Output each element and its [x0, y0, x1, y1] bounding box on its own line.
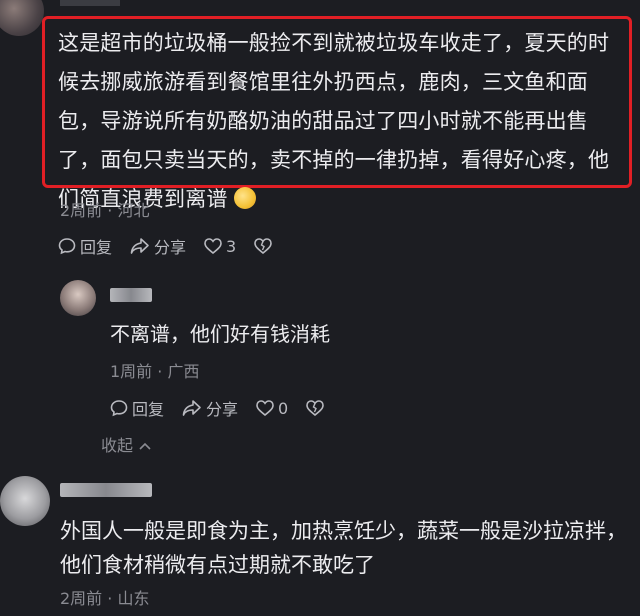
comment-meta: 2周前 · 山东 [60, 589, 150, 608]
broken-heart-icon [254, 238, 273, 254]
reply-icon [110, 400, 128, 417]
reply-icon [58, 238, 76, 255]
share-icon [182, 400, 201, 416]
share-icon [130, 238, 149, 254]
reply-like-button[interactable]: 0 [256, 399, 288, 418]
dislike-button[interactable] [254, 238, 276, 254]
reply-username-blurred[interactable] [110, 288, 152, 302]
comment-actions: 回复 分享 3 [58, 234, 294, 258]
chevron-up-icon [139, 442, 151, 450]
reply-reply-button[interactable]: 回复 [110, 396, 164, 420]
heart-icon [204, 238, 222, 254]
reply-meta: 1周前 · 广西 [110, 362, 200, 381]
broken-heart-icon [306, 400, 325, 416]
comment-text: 这是超市的垃圾桶一般捡不到就被垃圾车收走了，夏天的时候去挪威旅游看到餐馆里往外扔… [58, 31, 610, 211]
heart-icon [256, 400, 274, 416]
reply-actions: 回复 分享 0 [110, 396, 346, 420]
share-button[interactable]: 分享 [130, 234, 186, 258]
reply-like-count: 0 [278, 398, 289, 418]
reply-button[interactable]: 回复 [58, 234, 112, 258]
comment-text: 外国人一般是即食为主，加热烹饪少，蔬菜一般是沙拉凉拌，他们食材稍微有点过期就不敢… [60, 519, 627, 577]
like-count: 3 [226, 236, 237, 256]
comment-meta: 2周前 · 河北 [60, 201, 150, 220]
username-blurred[interactable] [60, 0, 120, 6]
emoji-icon [233, 187, 256, 209]
reply-dislike-button[interactable] [306, 400, 328, 416]
reply-avatar[interactable] [60, 280, 96, 316]
username-blurred[interactable] [60, 483, 152, 497]
reply-text: 不离谱，他们好有钱消耗 [110, 322, 330, 346]
reply-share-button[interactable]: 分享 [182, 396, 238, 420]
avatar[interactable] [0, 0, 44, 36]
like-button[interactable]: 3 [204, 237, 236, 256]
avatar[interactable] [0, 476, 50, 526]
collapse-button[interactable]: 收起 [101, 432, 152, 456]
